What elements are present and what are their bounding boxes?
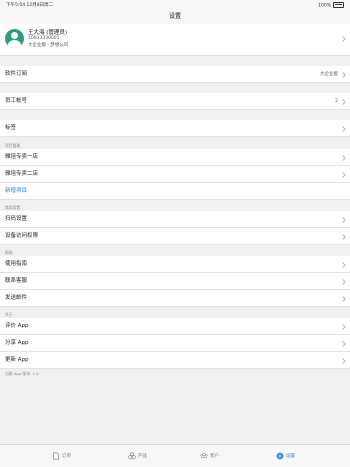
chevron-right-icon bbox=[340, 71, 346, 78]
navigation-bar: 设置 bbox=[0, 9, 350, 25]
avatar bbox=[5, 29, 24, 48]
section-header: 项目管理 bbox=[5, 143, 21, 148]
tab-products[interactable]: 产品 bbox=[128, 451, 147, 461]
page-title: 设置 bbox=[168, 13, 181, 20]
status-battery: 100% bbox=[318, 2, 344, 9]
user-guide-row[interactable]: 使用指南 bbox=[0, 256, 350, 273]
employee-accounts-row[interactable]: 员工帐号 2 bbox=[0, 93, 350, 110]
employee-count: 2 bbox=[335, 99, 338, 104]
chevron-right-icon bbox=[340, 125, 346, 132]
tab-bar: 订单 产品 客户 设置 bbox=[0, 444, 350, 467]
status-bar: 下午5:04 12月8日周二 100% bbox=[0, 0, 350, 9]
document-icon bbox=[53, 452, 59, 460]
app-version: 当前 App 版本: 1.0 bbox=[5, 371, 39, 376]
chevron-right-icon bbox=[340, 171, 346, 178]
chevron-right-icon bbox=[340, 216, 346, 223]
profile-row[interactable]: 王大海 (管理员) 10033330001 大企业版 · 梦想公司 bbox=[0, 24, 350, 56]
chevron-right-icon bbox=[340, 98, 346, 105]
device-permissions-row[interactable]: 设备访问权限 bbox=[0, 228, 350, 245]
chevron-right-icon bbox=[340, 36, 346, 42]
chevron-right-icon bbox=[340, 233, 346, 240]
profile-name: 王大海 (管理员) bbox=[28, 30, 68, 36]
contact-support-row[interactable]: 联系客服 bbox=[0, 273, 350, 290]
battery-icon bbox=[333, 2, 344, 8]
tab-customers[interactable]: 客户 bbox=[200, 451, 219, 461]
subscription-row[interactable]: 软件订阅 大企业版 bbox=[0, 66, 350, 83]
customers-icon bbox=[200, 453, 208, 459]
project-row[interactable]: 雅培专卖二店 bbox=[0, 166, 350, 183]
new-project-button[interactable]: 新增项目 bbox=[0, 183, 350, 200]
status-time: 下午5:04 12月8日周二 bbox=[6, 3, 54, 8]
section-header: 常用设置 bbox=[5, 205, 21, 210]
profile-company: 大企业版 · 梦想公司 bbox=[28, 43, 69, 48]
tab-orders[interactable]: 订单 bbox=[52, 451, 71, 461]
chevron-right-icon bbox=[340, 357, 346, 364]
settings-list: 王大海 (管理员) 10033330001 大企业版 · 梦想公司 软件订阅 大… bbox=[0, 24, 350, 379]
chevron-right-icon bbox=[340, 295, 346, 302]
chevron-right-icon bbox=[340, 323, 346, 330]
scan-settings-row[interactable]: 扫码设置 bbox=[0, 211, 350, 228]
rate-app-row[interactable]: 评价 App bbox=[0, 318, 350, 335]
share-app-row[interactable]: 分享 App bbox=[0, 335, 350, 352]
chevron-right-icon bbox=[340, 261, 346, 268]
subscription-value: 大企业版 bbox=[320, 72, 338, 77]
section-header: 帮助 bbox=[5, 250, 13, 255]
send-email-row[interactable]: 发送邮件 bbox=[0, 290, 350, 307]
tab-settings[interactable]: 设置 bbox=[276, 451, 295, 461]
chevron-right-icon bbox=[340, 340, 346, 347]
project-row[interactable]: 雅培专卖一店 bbox=[0, 149, 350, 166]
gear-icon bbox=[276, 452, 284, 460]
chevron-right-icon bbox=[340, 278, 346, 285]
update-app-row[interactable]: 更新 App bbox=[0, 352, 350, 369]
chevron-right-icon bbox=[340, 154, 346, 161]
products-icon bbox=[128, 452, 136, 460]
section-header: 关于 bbox=[5, 312, 13, 317]
tags-row[interactable]: 标签 bbox=[0, 120, 350, 137]
profile-account: 10033330001 bbox=[28, 36, 60, 41]
